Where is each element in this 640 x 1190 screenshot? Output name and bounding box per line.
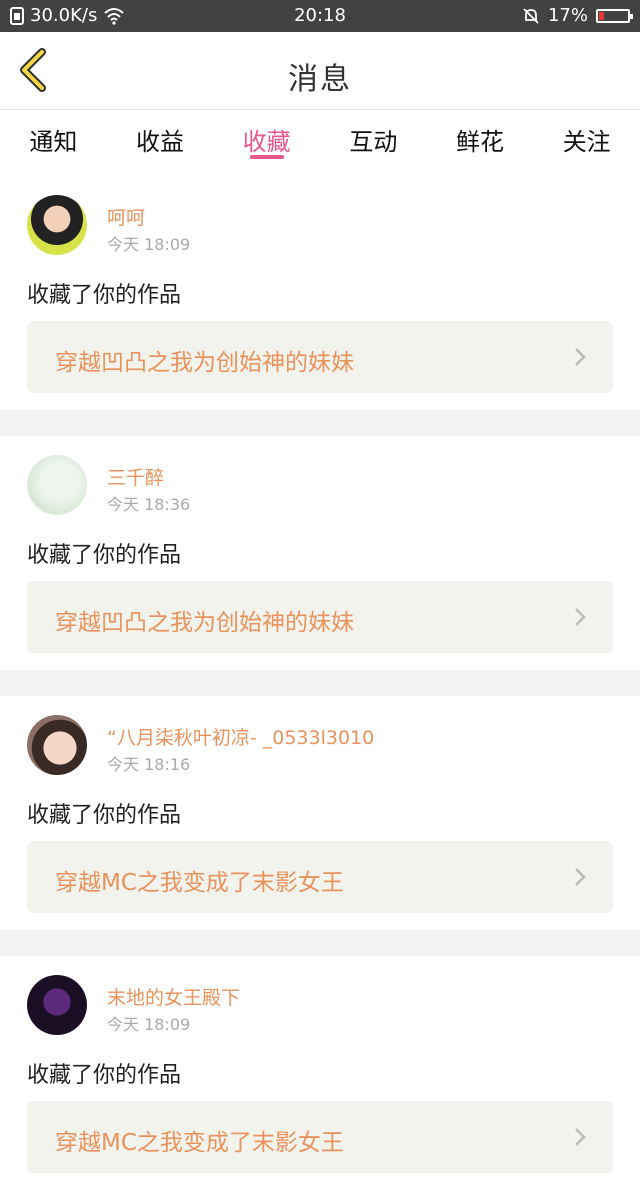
tab-label: 关注: [562, 128, 611, 156]
user-name[interactable]: 末地的女王殿下: [107, 983, 240, 1010]
list-item: 呵呵 今天 18:09 收藏了你的作品 穿越凹凸之我为创始神的妹妹: [0, 176, 640, 410]
status-right: 17%: [522, 5, 633, 26]
user-name[interactable]: “八月柒秋叶初凉- _0533l3010: [107, 723, 374, 750]
chevron-right-icon: [575, 868, 586, 886]
timestamp: 今天 18:09: [107, 1015, 191, 1034]
user-name[interactable]: 呵呵: [107, 203, 145, 230]
separator: [0, 930, 640, 956]
action-text: 收藏了你的作品: [27, 283, 182, 308]
tab-label: 收藏: [242, 128, 291, 156]
list-item: 末地的女王殿下 今天 18:09 收藏了你的作品 穿越MC之我变成了末影女王: [0, 956, 640, 1190]
separator: [0, 670, 640, 696]
work-title: 穿越MC之我变成了末影女王: [55, 1130, 344, 1156]
timestamp: 今天 18:09: [107, 235, 191, 254]
avatar[interactable]: [27, 975, 87, 1035]
avatar[interactable]: [27, 455, 87, 515]
chevron-right-icon: [575, 348, 586, 366]
user-name[interactable]: 三千醉: [107, 463, 164, 490]
work-link[interactable]: 穿越凹凸之我为创始神的妹妹: [27, 581, 613, 653]
list-item: 三千醉 今天 18:36 收藏了你的作品 穿越凹凸之我为创始神的妹妹: [0, 436, 640, 670]
action-text: 收藏了你的作品: [27, 1063, 182, 1088]
action-text: 收藏了你的作品: [27, 543, 182, 568]
message-list: 呵呵 今天 18:09 收藏了你的作品 穿越凹凸之我为创始神的妹妹 三千醉 今天…: [0, 176, 640, 1190]
work-title: 穿越凹凸之我为创始神的妹妹: [55, 350, 354, 376]
tab-label: 鲜花: [456, 128, 505, 156]
work-link[interactable]: 穿越凹凸之我为创始神的妹妹: [27, 321, 613, 393]
timestamp: 今天 18:16: [107, 755, 191, 774]
action-text: 收藏了你的作品: [27, 803, 182, 828]
list-item: “八月柒秋叶初凉- _0533l3010 今天 18:16 收藏了你的作品 穿越…: [0, 696, 640, 930]
work-link[interactable]: 穿越MC之我变成了末影女王: [27, 1101, 613, 1173]
chevron-right-icon: [575, 1128, 586, 1146]
avatar[interactable]: [27, 715, 87, 775]
battery-icon: [596, 8, 633, 23]
tab-favorites[interactable]: 收藏: [213, 110, 320, 165]
work-title: 穿越MC之我变成了末影女王: [55, 870, 344, 896]
tab-notifications[interactable]: 通知: [0, 110, 107, 165]
avatar[interactable]: [27, 195, 87, 255]
tab-bar: 通知 收益 收藏 互动 鲜花 关注: [0, 110, 640, 165]
status-bar: 30.0K/s 20:18 17%: [0, 0, 640, 32]
tab-follows[interactable]: 关注: [533, 110, 640, 165]
tab-flowers[interactable]: 鲜花: [427, 110, 534, 165]
work-link[interactable]: 穿越MC之我变成了末影女王: [27, 841, 613, 913]
battery-fill: [599, 11, 604, 20]
battery-percent: 17%: [547, 5, 588, 26]
mute-bell-icon: [523, 7, 539, 24]
tab-label: 互动: [349, 128, 398, 156]
tab-active-indicator: [249, 155, 284, 159]
separator: [0, 410, 640, 436]
chevron-right-icon: [575, 608, 586, 626]
timestamp: 今天 18:36: [107, 495, 191, 514]
tab-label: 通知: [29, 128, 78, 156]
page-title: 消息: [288, 62, 352, 97]
tab-label: 收益: [136, 128, 184, 156]
tab-earnings[interactable]: 收益: [107, 110, 214, 165]
app-header: 消息: [0, 32, 640, 110]
tab-interactions[interactable]: 互动: [320, 110, 427, 165]
work-title: 穿越凹凸之我为创始神的妹妹: [55, 610, 354, 636]
